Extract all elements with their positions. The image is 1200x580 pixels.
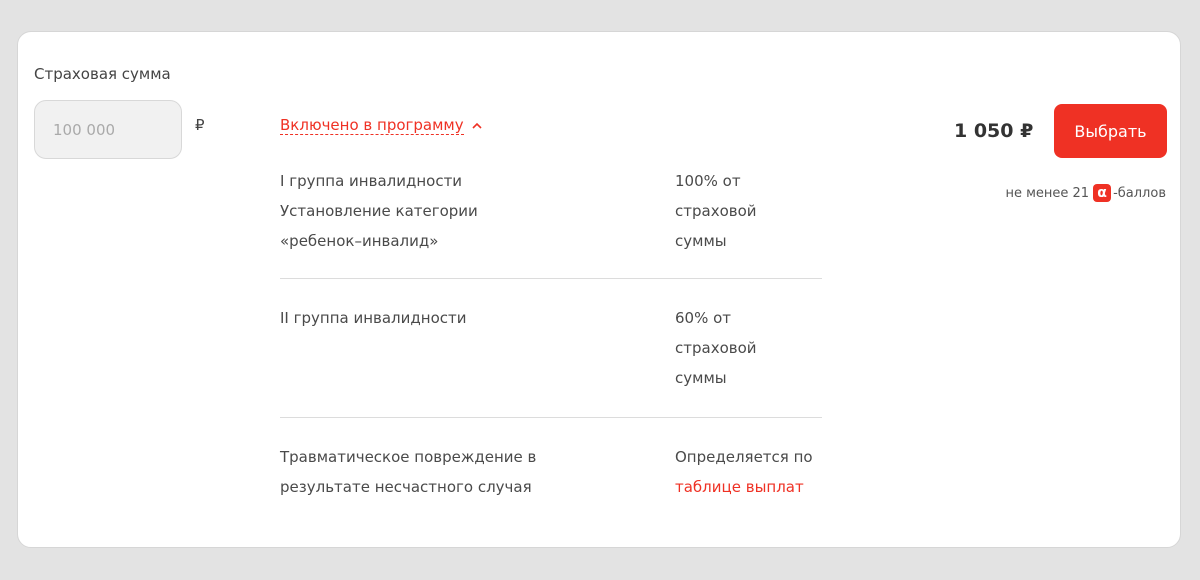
alpha-icon: α bbox=[1093, 184, 1112, 202]
coverage-table: I группа инвалидности Установление катег… bbox=[280, 166, 822, 502]
points-prefix: не менее 21 bbox=[1005, 185, 1090, 201]
program-toggle-label: Включено в программу bbox=[280, 116, 464, 135]
coverage-value: 100% от страховой суммы bbox=[675, 172, 757, 250]
points-note: не менее 21 α -баллов bbox=[1005, 184, 1166, 202]
coverage-row: Травматическое повреждение в результате … bbox=[280, 418, 822, 502]
chevron-up-icon bbox=[472, 117, 482, 135]
choose-button[interactable]: Выбрать bbox=[1054, 104, 1167, 158]
sum-label: Страховая сумма bbox=[34, 65, 171, 83]
payout-table-link[interactable]: таблице выплат bbox=[675, 472, 822, 502]
program-toggle[interactable]: Включено в программу bbox=[280, 116, 482, 135]
insurance-card: Страховая сумма ₽ Включено в программу I… bbox=[17, 31, 1181, 548]
coverage-name: Травматическое повреждение в результате … bbox=[280, 448, 537, 496]
coverage-value: Определяется по таблице выплат bbox=[675, 442, 822, 502]
coverage-row: I группа инвалидности Установление катег… bbox=[280, 166, 822, 279]
coverage-name: II группа инвалидности bbox=[280, 309, 467, 327]
sum-input[interactable] bbox=[34, 100, 182, 159]
coverage-name: I группа инвалидности Установление катег… bbox=[280, 172, 478, 250]
price: 1 050 ₽ bbox=[954, 120, 1034, 142]
coverage-value: 60% от страховой суммы bbox=[675, 309, 757, 387]
coverage-row: II группа инвалидности 60% от страховой … bbox=[280, 279, 822, 418]
currency-symbol: ₽ bbox=[195, 116, 205, 134]
points-suffix: -баллов bbox=[1113, 185, 1166, 201]
